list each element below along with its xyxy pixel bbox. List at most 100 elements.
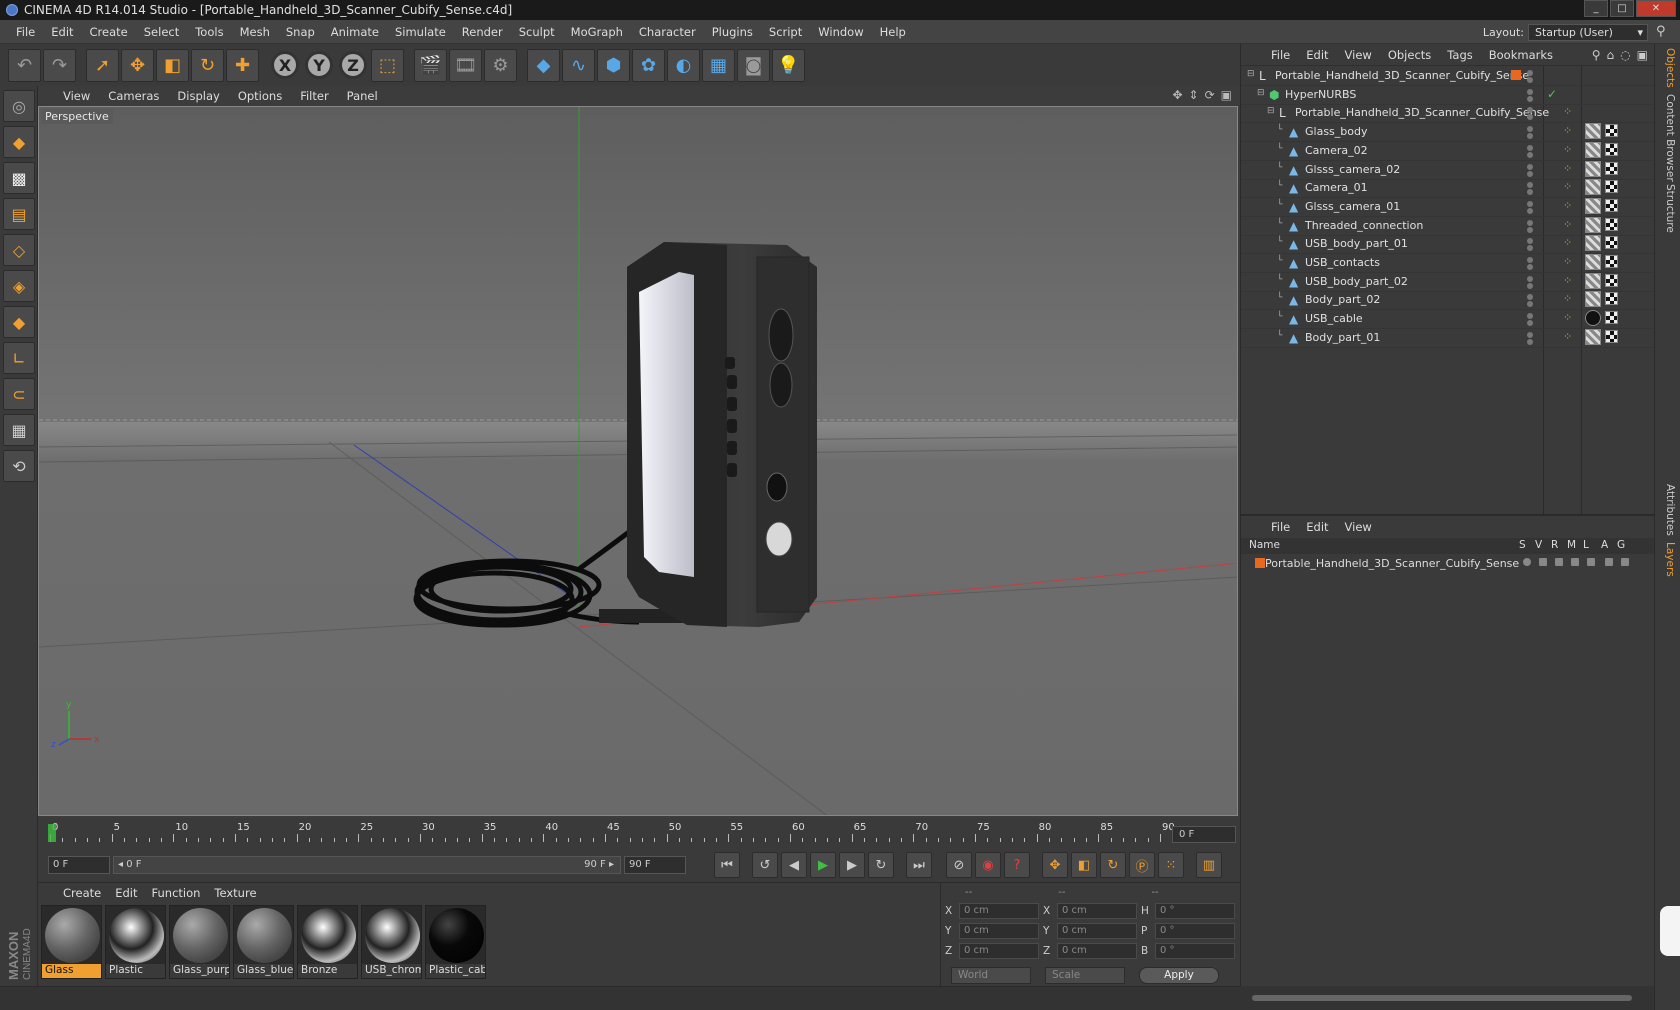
- texture-tag-icon[interactable]: [1605, 255, 1618, 268]
- render-visibility-dot[interactable]: [1527, 207, 1533, 214]
- edit-render-settings-button[interactable]: ⚙: [484, 48, 517, 82]
- frame-ruler[interactable]: 051015202530354045505560657075808590: [48, 822, 1175, 842]
- material-swatch[interactable]: Glass: [41, 905, 102, 979]
- phong-tag-icon[interactable]: ⁘: [1563, 124, 1572, 137]
- coordinate-field[interactable]: 0 cm: [959, 943, 1039, 959]
- render-visibility-dot[interactable]: [1527, 151, 1533, 158]
- coordinate-system-button[interactable]: ⬚: [371, 48, 404, 82]
- layer-column-r[interactable]: R: [1551, 539, 1558, 551]
- render-visibility-dot[interactable]: [1527, 133, 1533, 140]
- material-swatch[interactable]: USB_chrom: [361, 905, 422, 979]
- material-menu-create[interactable]: Create: [56, 886, 108, 900]
- lock-workplane-button[interactable]: ▦: [3, 414, 35, 446]
- point-level-key-button[interactable]: ⁙: [1158, 852, 1184, 878]
- object-menu-file[interactable]: File: [1263, 48, 1298, 62]
- layer-menu-view[interactable]: View: [1337, 520, 1380, 534]
- toggle-view-icon[interactable]: ▣: [1221, 88, 1232, 102]
- phong-tag-icon[interactable]: ⁘: [1563, 274, 1572, 287]
- menu-plugins[interactable]: Plugins: [704, 25, 761, 39]
- position-key-button[interactable]: ✥: [1042, 852, 1068, 878]
- layer-column-v[interactable]: V: [1535, 539, 1542, 551]
- material-tag-icon[interactable]: [1585, 235, 1601, 252]
- object-row[interactable]: └ ▲ USB_cable ⁘: [1241, 309, 1655, 330]
- menu-snap[interactable]: Snap: [278, 25, 323, 39]
- render-view-button[interactable]: 🎬: [414, 48, 447, 82]
- object-menu-objects[interactable]: Objects: [1380, 48, 1439, 62]
- deformer-button[interactable]: ◐: [667, 48, 700, 82]
- render-visibility-dot[interactable]: [1527, 170, 1533, 177]
- phong-tag-icon[interactable]: ⁘: [1563, 218, 1572, 231]
- editor-visibility-dot[interactable]: [1527, 88, 1533, 95]
- object-row[interactable]: └ ▲ USB_body_part_01 ⁘: [1241, 234, 1655, 255]
- preview-range-slider[interactable]: ◂ 0 F 90 F ▸: [113, 856, 621, 874]
- scrollbar-thumb[interactable]: [1252, 995, 1632, 1001]
- coordinate-field[interactable]: 0 cm: [1057, 923, 1137, 939]
- object-row[interactable]: └ ▲ Body_part_01 ⁘: [1241, 328, 1655, 348]
- editor-visibility-dot[interactable]: [1527, 200, 1533, 207]
- side-tab-attributes[interactable]: Attributes: [1660, 484, 1676, 536]
- menu-mograph[interactable]: MoGraph: [563, 25, 631, 39]
- texture-mode-button[interactable]: ▩: [3, 162, 35, 194]
- current-frame-field[interactable]: 0 F: [1172, 826, 1236, 843]
- menu-render[interactable]: Render: [454, 25, 511, 39]
- home-icon[interactable]: ⌂: [1607, 48, 1615, 62]
- coordinate-field[interactable]: 0 °: [1155, 923, 1235, 939]
- live-selection-button[interactable]: ➚: [86, 48, 119, 82]
- object-menu-view[interactable]: View: [1337, 48, 1380, 62]
- horizontal-scrollbar[interactable]: [1240, 986, 1654, 1010]
- move-tool-button[interactable]: ✥: [121, 48, 154, 82]
- editor-visibility-dot[interactable]: [1527, 70, 1533, 76]
- minimize-button[interactable]: _: [1584, 0, 1608, 17]
- phong-tag-icon[interactable]: ⁘: [1563, 162, 1572, 175]
- object-row[interactable]: └ ▲ Threaded_connection ⁘: [1241, 216, 1655, 236]
- perspective-viewport[interactable]: Perspective y x z: [38, 106, 1238, 816]
- object-row[interactable]: └ ▲ Body_part_02 ⁘: [1241, 290, 1655, 311]
- material-tag-icon[interactable]: [1585, 160, 1601, 177]
- scale-tool-button[interactable]: ◧: [156, 48, 189, 82]
- generator-icon[interactable]: [1621, 558, 1629, 566]
- record-keyframes-button[interactable]: ⊘: [946, 852, 972, 878]
- redo-button[interactable]: ↷: [43, 48, 76, 82]
- layout-dropdown[interactable]: Startup (User) ▾: [1528, 24, 1648, 41]
- parameter-key-button[interactable]: Ⓟ: [1129, 852, 1155, 878]
- menu-animate[interactable]: Animate: [323, 25, 387, 39]
- texture-tag-icon[interactable]: [1605, 273, 1618, 287]
- texture-tag-icon[interactable]: [1605, 311, 1618, 325]
- end-frame-field[interactable]: 90 F: [624, 856, 686, 874]
- dolly-icon[interactable]: ⇕: [1189, 88, 1199, 102]
- manager-icon[interactable]: [1571, 558, 1579, 566]
- solo-icon[interactable]: [1523, 558, 1531, 566]
- texture-tag-icon[interactable]: [1605, 180, 1618, 194]
- material-tag-icon[interactable]: [1585, 310, 1601, 327]
- x-axis-lock-button[interactable]: X: [271, 51, 299, 79]
- viewport-menu-display[interactable]: Display: [168, 89, 228, 103]
- side-tab-objects[interactable]: Objects: [1660, 48, 1676, 88]
- apply-button[interactable]: Apply: [1139, 967, 1219, 984]
- axis-mode-button[interactable]: ∟: [3, 342, 35, 374]
- texture-tag-icon[interactable]: [1605, 198, 1618, 212]
- coordinate-field[interactable]: 0 cm: [959, 923, 1039, 939]
- object-row[interactable]: └ ▲ USB_body_part_02 ⁘: [1241, 272, 1655, 292]
- phong-tag-icon[interactable]: ⁘: [1563, 180, 1572, 193]
- orbit-icon[interactable]: ⟳: [1205, 88, 1215, 102]
- material-tag-icon[interactable]: [1585, 123, 1601, 140]
- layer-column-l[interactable]: L: [1583, 539, 1589, 551]
- texture-tag-icon[interactable]: [1605, 161, 1618, 175]
- rotate-tool-button[interactable]: ↻: [191, 48, 224, 82]
- menu-select[interactable]: Select: [136, 25, 187, 39]
- animation-icon[interactable]: [1605, 558, 1613, 566]
- playhead[interactable]: [48, 824, 56, 842]
- planar-workplane-button[interactable]: ⟲: [3, 450, 35, 482]
- layer-column-m[interactable]: M: [1567, 539, 1576, 551]
- spline-pen-button[interactable]: ∿: [562, 48, 595, 82]
- start-frame-field[interactable]: 0 F: [48, 856, 110, 874]
- nurbs-button[interactable]: ⬢: [597, 48, 630, 82]
- side-tab-layers[interactable]: Layers: [1660, 542, 1676, 577]
- layer-color-swatch[interactable]: [1511, 70, 1521, 80]
- next-frame-button[interactable]: ▶: [839, 852, 865, 878]
- material-tag-icon[interactable]: [1585, 291, 1601, 308]
- menu-mesh[interactable]: Mesh: [232, 25, 278, 39]
- coordinate-field[interactable]: 0 °: [1155, 903, 1235, 919]
- object-row[interactable]: └ ▲ Glass_body ⁘: [1241, 122, 1655, 143]
- go-to-end-button[interactable]: ⏭: [906, 852, 932, 878]
